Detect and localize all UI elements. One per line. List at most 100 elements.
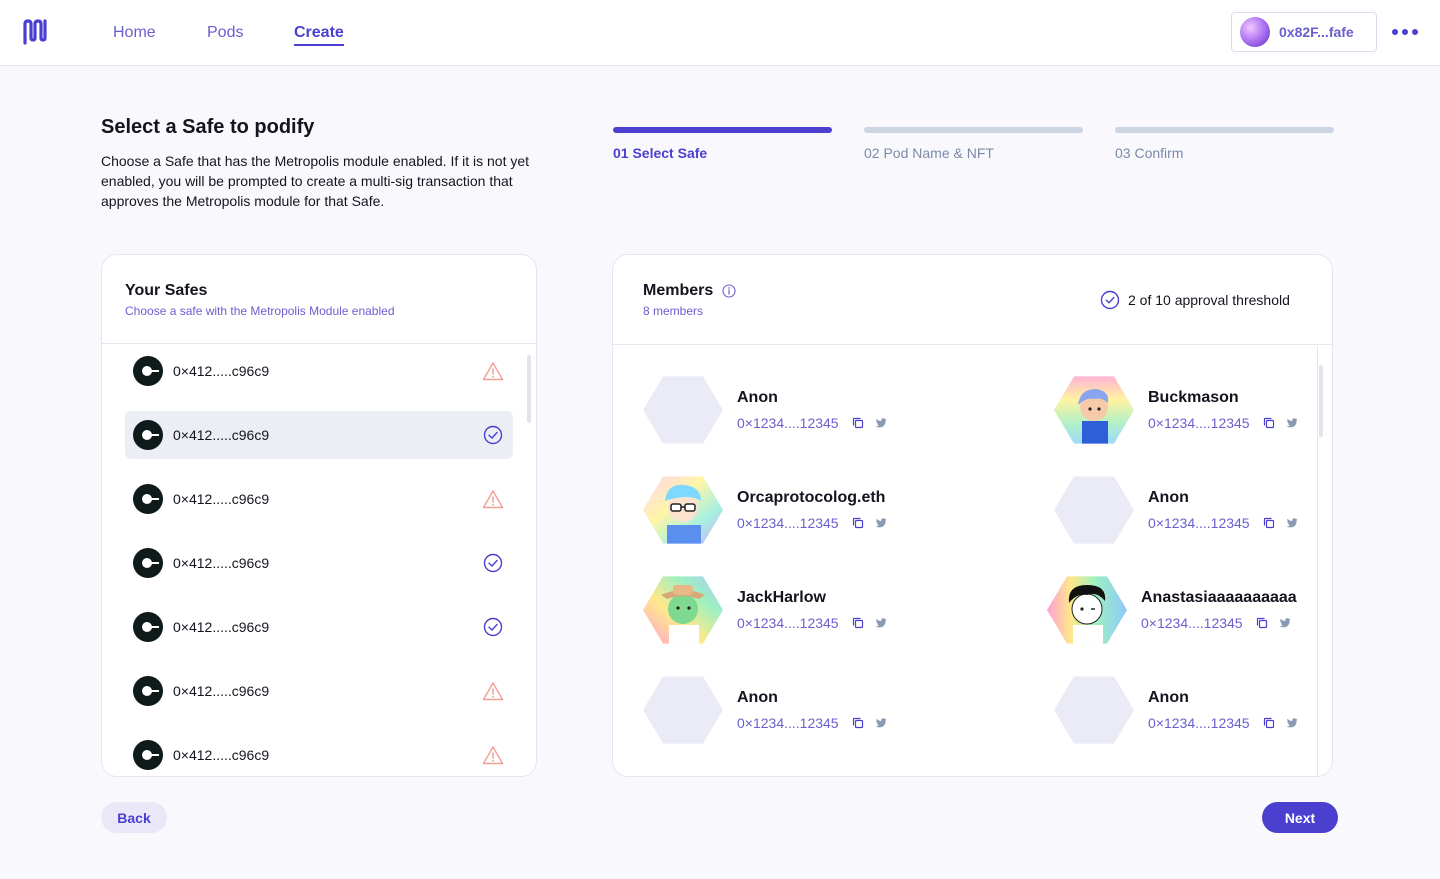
member-item[interactable]: Anon 0×1234....12345 (643, 675, 933, 745)
safe-row[interactable]: 0×412.....c96c9 (125, 347, 513, 395)
safe-address: 0×412.....c96c9 (173, 747, 270, 763)
approval-threshold: 2 of 10 approval threshold (1100, 290, 1290, 310)
info-icon[interactable] (722, 284, 736, 298)
member-item[interactable]: Anon 0×1234....12345 (1054, 475, 1344, 545)
safe-row[interactable]: 0×412.....c96c9 (125, 411, 513, 459)
twitter-icon[interactable] (1286, 417, 1298, 429)
wallet-address: 0x82F...fafe (1279, 24, 1354, 40)
page-description: Choose a Safe that has the Metropolis mo… (101, 153, 530, 209)
threshold-label: 2 of 10 approval threshold (1128, 292, 1290, 308)
safe-address: 0×412.....c96c9 (173, 491, 270, 507)
safe-address: 0×412.....c96c9 (173, 619, 270, 635)
member-name: JackHarlow (737, 589, 826, 606)
twitter-icon[interactable] (875, 517, 887, 529)
copy-icon[interactable] (1263, 517, 1275, 529)
members-count: 8 members (643, 304, 704, 318)
buckmason-avatar (1054, 375, 1134, 445)
twitter-icon[interactable] (875, 717, 887, 729)
member-name: Buckmason (1148, 389, 1239, 406)
safe-row[interactable]: 0×412.....c96c9 (125, 603, 513, 651)
orcaprotocolog-avatar (643, 475, 723, 545)
step-progress-bar (1115, 127, 1334, 133)
member-address: 0×1234....12345 (1148, 715, 1250, 731)
safe-row[interactable]: 0×412.....c96c9 (125, 667, 513, 715)
safe-row[interactable]: 0×412.....c96c9 (125, 539, 513, 587)
safes-subtitle: Choose a safe with the Metropolis Module… (125, 304, 395, 318)
safe-row[interactable]: 0×412.....c96c9 (125, 731, 513, 776)
anon-avatar (643, 676, 723, 744)
member-name: Anon (1148, 489, 1189, 506)
twitter-icon[interactable] (875, 617, 887, 629)
member-name: Anon (1148, 689, 1189, 706)
check-circle-icon (483, 425, 503, 445)
member-address: 0×1234....12345 (737, 715, 839, 731)
warning-icon (482, 362, 504, 381)
copy-icon[interactable] (852, 617, 864, 629)
step-progress-bar (613, 127, 832, 133)
back-button[interactable]: Back (101, 802, 167, 833)
step-label: 03 Confirm (1115, 145, 1184, 161)
member-item[interactable]: Buckmason 0×1234....12345 (1054, 375, 1344, 445)
safe-avatar (133, 548, 163, 578)
member-address: 0×1234....12345 (1141, 615, 1243, 631)
step-select-safe: 01 Select Safe (613, 127, 832, 161)
safe-address: 0×412.....c96c9 (173, 427, 270, 443)
warning-icon (482, 682, 504, 701)
check-circle-icon (483, 553, 503, 573)
step-label: 02 Pod Name & NFT (864, 145, 994, 161)
anon-avatar (1054, 676, 1134, 744)
member-address: 0×1234....12345 (1148, 515, 1250, 531)
next-button[interactable]: Next (1262, 802, 1338, 833)
member-item[interactable]: Anon 0×1234....12345 (643, 375, 933, 445)
copy-icon[interactable] (1256, 617, 1268, 629)
anastasia-avatar (1047, 575, 1127, 645)
safes-card: Your Safes Choose a safe with the Metrop… (101, 254, 537, 777)
copy-icon[interactable] (852, 517, 864, 529)
copy-icon[interactable] (852, 417, 864, 429)
safe-address: 0×412.....c96c9 (173, 363, 270, 379)
copy-icon[interactable] (852, 717, 864, 729)
members-title: Members (643, 282, 714, 299)
member-item[interactable]: Anon 0×1234....12345 (1054, 675, 1344, 745)
copy-icon[interactable] (1263, 417, 1275, 429)
member-item[interactable]: Anastasiaaaaaaaaaa 0×1234....12345 (1047, 575, 1337, 645)
step-confirm: 03 Confirm (1115, 127, 1334, 161)
safe-address: 0×412.....c96c9 (173, 555, 270, 571)
member-item[interactable]: Orcaprotocolog.eth 0×1234....12345 (643, 475, 933, 545)
check-circle-icon (483, 617, 503, 637)
step-progress-bar (864, 127, 1083, 133)
anon-avatar (1054, 476, 1134, 544)
twitter-icon[interactable] (875, 417, 887, 429)
jackharlow-avatar (643, 575, 723, 645)
nav-pods-link[interactable]: Pods (207, 24, 243, 42)
nav-home-link[interactable]: Home (113, 24, 156, 42)
member-address: 0×1234....12345 (737, 515, 839, 531)
more-dots-icon[interactable] (1392, 26, 1418, 38)
member-item[interactable]: JackHarlow 0×1234....12345 (643, 575, 933, 645)
member-address: 0×1234....12345 (737, 615, 839, 631)
top-navigation-bar: Home Pods Create 0x82F...fafe (0, 0, 1440, 66)
member-address: 0×1234....12345 (737, 415, 839, 431)
twitter-icon[interactable] (1279, 617, 1291, 629)
safe-avatar (133, 612, 163, 642)
safe-address: 0×412.....c96c9 (173, 683, 270, 699)
safe-avatar (133, 484, 163, 514)
metropolis-logo-icon[interactable] (22, 19, 50, 45)
copy-icon[interactable] (1263, 717, 1275, 729)
member-name: Orcaprotocolog.eth (737, 489, 886, 506)
safe-avatar (133, 420, 163, 450)
safes-card-header: Your Safes Choose a safe with the Metrop… (102, 255, 536, 344)
wallet-button[interactable]: 0x82F...fafe (1231, 12, 1377, 52)
twitter-icon[interactable] (1286, 517, 1298, 529)
safes-scrollbar[interactable] (527, 355, 531, 423)
safes-title: Your Safes (125, 282, 208, 299)
warning-icon (482, 746, 504, 765)
member-name: Anon (737, 689, 778, 706)
step-pod-name-nft: 02 Pod Name & NFT (864, 127, 1083, 161)
nav-create-link[interactable]: Create (294, 24, 344, 46)
wallet-avatar (1240, 17, 1270, 47)
twitter-icon[interactable] (1286, 717, 1298, 729)
warning-icon (482, 490, 504, 509)
safe-row[interactable]: 0×412.....c96c9 (125, 475, 513, 523)
anon-avatar (643, 376, 723, 444)
